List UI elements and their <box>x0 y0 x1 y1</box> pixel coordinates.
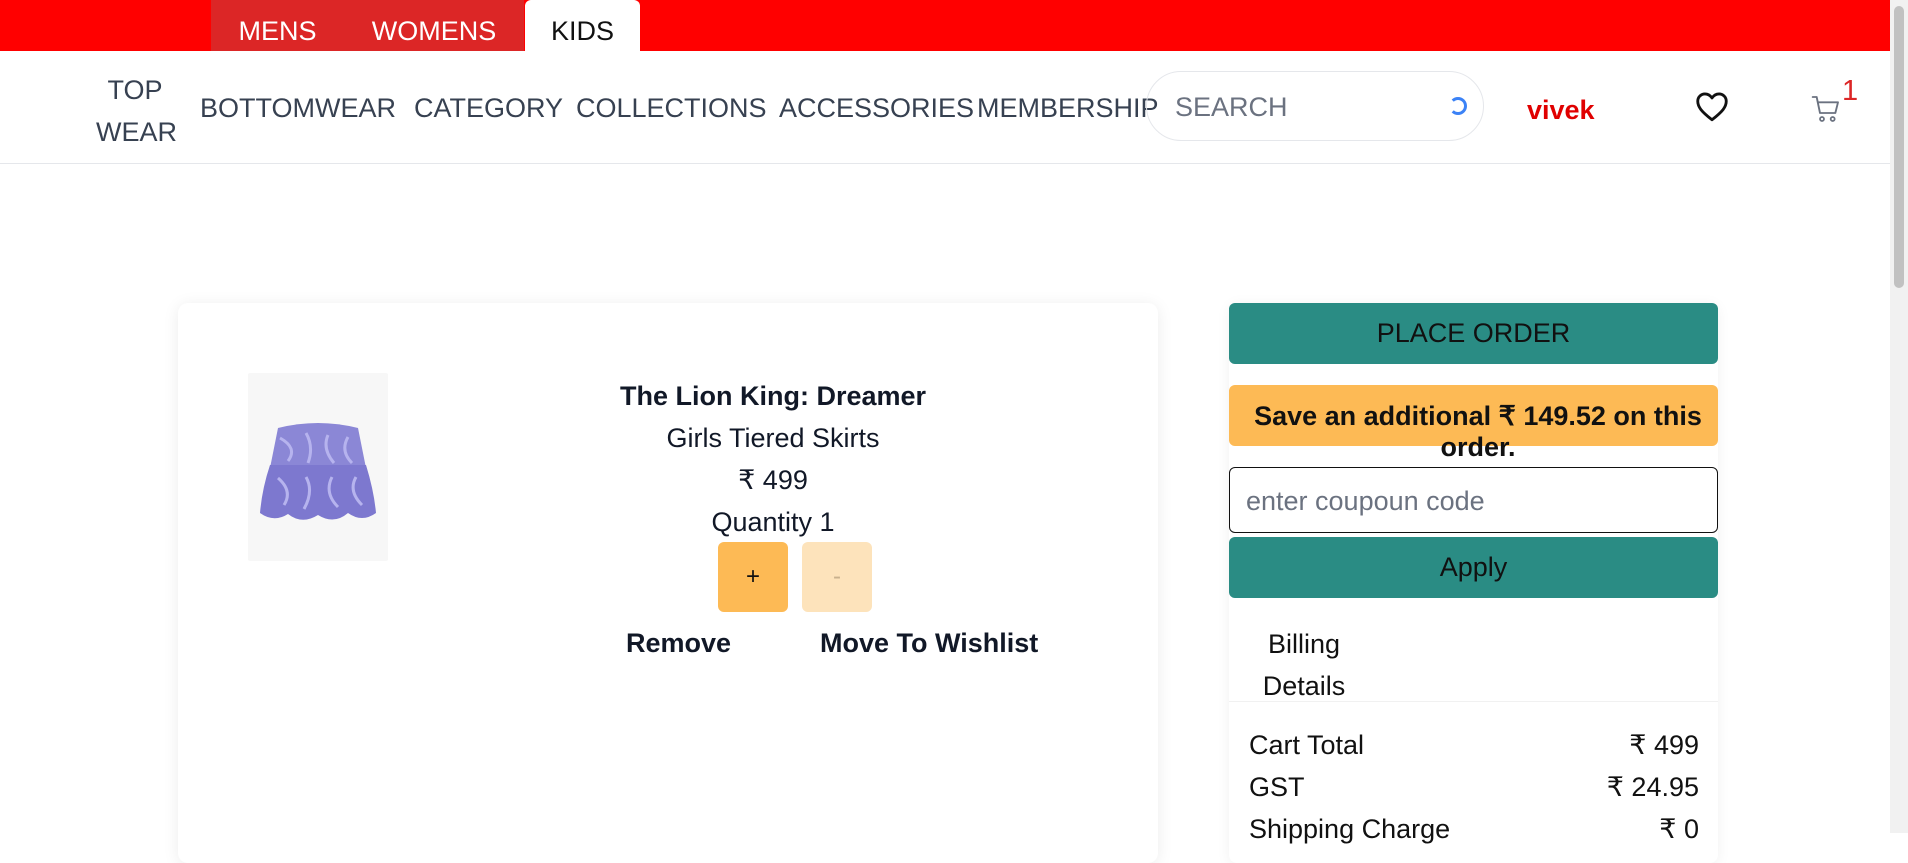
nav-collections[interactable]: COLLECTIONS <box>576 93 767 124</box>
tab-womens[interactable]: WOMENS <box>344 0 524 51</box>
user-name[interactable]: vivek <box>1527 95 1595 126</box>
nav-membership[interactable]: MEMBERSHIP <box>977 93 1159 124</box>
search-box <box>1146 71 1484 141</box>
bill-row-label: Cart Total <box>1249 730 1365 760</box>
bill-row-value: ₹ 499 <box>1629 730 1699 760</box>
nav-top-wear-line1: TOP <box>107 75 163 105</box>
tab-kids[interactable]: KIDS <box>525 0 640 51</box>
coupon-box <box>1229 467 1718 533</box>
nav-top-wear-line2: WEAR <box>96 117 177 147</box>
nav-bottomwear[interactable]: BOTTOMWEAR <box>200 93 396 124</box>
place-order-button[interactable]: PLACE ORDER <box>1229 303 1718 364</box>
nav-top-wear[interactable]: TOP WEAR <box>96 69 177 153</box>
apply-coupon-button[interactable]: Apply <box>1229 537 1718 598</box>
billing-heading-line1: Billing <box>1267 629 1341 659</box>
decrease-quantity-button[interactable]: - <box>802 542 872 612</box>
bill-row-label: Shipping Charge <box>1249 814 1451 844</box>
product-title: The Lion King: Dreamer <box>619 381 927 411</box>
bill-row-value: ₹ 24.95 <box>1606 772 1699 802</box>
product-subtitle: Girls Tiered Skirts <box>666 423 880 453</box>
bill-row-label: GST <box>1249 772 1305 802</box>
scrollbar-thumb[interactable] <box>1894 6 1904 288</box>
remove-link[interactable]: Remove <box>626 628 731 659</box>
heart-icon[interactable] <box>1694 89 1730 125</box>
cart-icon[interactable] <box>1810 93 1842 125</box>
savings-message: Save an additional ₹ 149.52 on this orde… <box>1254 401 1702 462</box>
search-icon[interactable] <box>1449 97 1467 115</box>
cart-count-badge: 1 <box>1842 75 1859 107</box>
page-scrollbar[interactable] <box>1890 0 1908 833</box>
product-price: ₹ 499 <box>738 465 808 495</box>
nav-accessories[interactable]: ACCESSORIES <box>779 93 974 124</box>
product-image[interactable] <box>248 373 388 561</box>
increase-quantity-button[interactable]: + <box>718 542 788 612</box>
gender-bar: MENS WOMENS KIDS <box>0 0 1908 51</box>
tab-mens[interactable]: MENS <box>211 0 344 51</box>
order-summary: PLACE ORDER Save an additional ₹ 149.52 … <box>1229 303 1718 863</box>
bill-row-value: ₹ 0 <box>1659 814 1699 844</box>
product-quantity: Quantity 1 <box>711 507 835 537</box>
search-input[interactable] <box>1173 86 1417 128</box>
cart-item-card: The Lion King: Dreamer Girls Tiered Skir… <box>178 303 1158 863</box>
coupon-input[interactable] <box>1244 480 1698 522</box>
skirt-image-icon <box>260 423 376 520</box>
nav-category[interactable]: CATEGORY <box>414 93 563 124</box>
billing-divider <box>1229 701 1718 702</box>
billing-details-heading: Billing Details <box>1259 623 1349 707</box>
move-to-wishlist-link[interactable]: Move To Wishlist <box>820 628 1038 659</box>
main-navbar: TOP WEAR BOTTOMWEAR CATEGORY COLLECTIONS… <box>0 51 1890 164</box>
